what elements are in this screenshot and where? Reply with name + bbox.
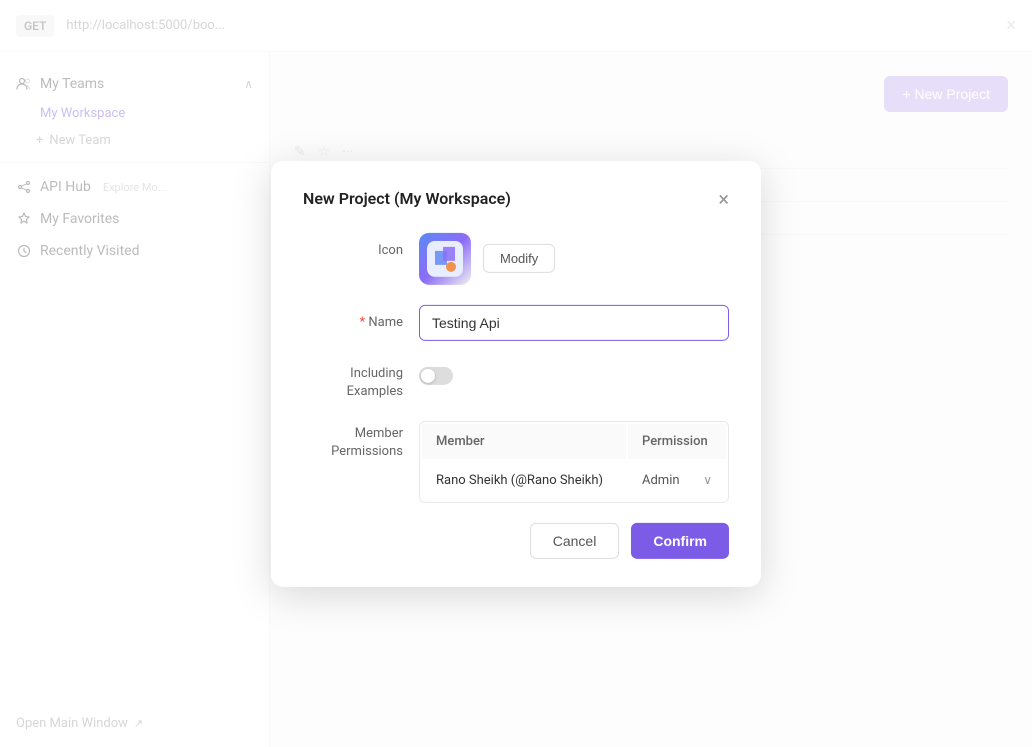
permissions-table-header: Member Permission [422,424,726,459]
new-project-modal: New Project (My Workspace) × Icon Modify… [271,160,761,586]
including-examples-label: IncludingExamples [303,360,403,400]
modal-title: New Project (My Workspace) [303,189,511,208]
name-content [419,304,729,340]
member-permissions-label: MemberPermissions [303,421,403,461]
project-icon-svg [427,240,463,276]
permissions-content: Member Permission Rano Sheikh (@Rano She… [419,421,729,503]
including-examples-toggle[interactable] [419,366,453,384]
project-name-input[interactable] [419,304,729,340]
toggle-content [419,360,729,384]
modal-footer: Cancel Confirm [303,523,729,559]
icon-form-row: Icon Modify [303,232,729,284]
confirm-button[interactable]: Confirm [631,523,729,559]
member-cell: Rano Sheikh (@Rano Sheikh) [422,461,626,500]
permission-cell[interactable]: Admin ∨ [628,461,726,500]
project-icon [419,232,471,284]
chevron-down-icon: ∨ [703,473,712,487]
name-label: Name [303,304,403,329]
cancel-button[interactable]: Cancel [530,523,620,559]
name-form-row: Name [303,304,729,340]
toggle-knob [421,368,435,382]
col-permission-header: Permission [628,424,726,459]
modify-icon-button[interactable]: Modify [483,244,555,273]
table-row: Rano Sheikh (@Rano Sheikh) Admin ∨ [422,461,726,500]
including-examples-form-row: IncludingExamples [303,360,729,400]
col-member-header: Member [422,424,626,459]
permission-value: Admin [642,473,680,488]
icon-area: Modify [419,232,729,284]
permission-select[interactable]: Admin ∨ [642,473,712,488]
icon-content: Modify [419,232,729,284]
permissions-table: Member Permission Rano Sheikh (@Rano She… [419,421,729,503]
member-permissions-form-row: MemberPermissions Member Permission Rano… [303,421,729,503]
modal-header: New Project (My Workspace) × [303,188,729,208]
modal-close-icon[interactable]: × [718,188,729,208]
icon-label: Icon [303,232,403,257]
